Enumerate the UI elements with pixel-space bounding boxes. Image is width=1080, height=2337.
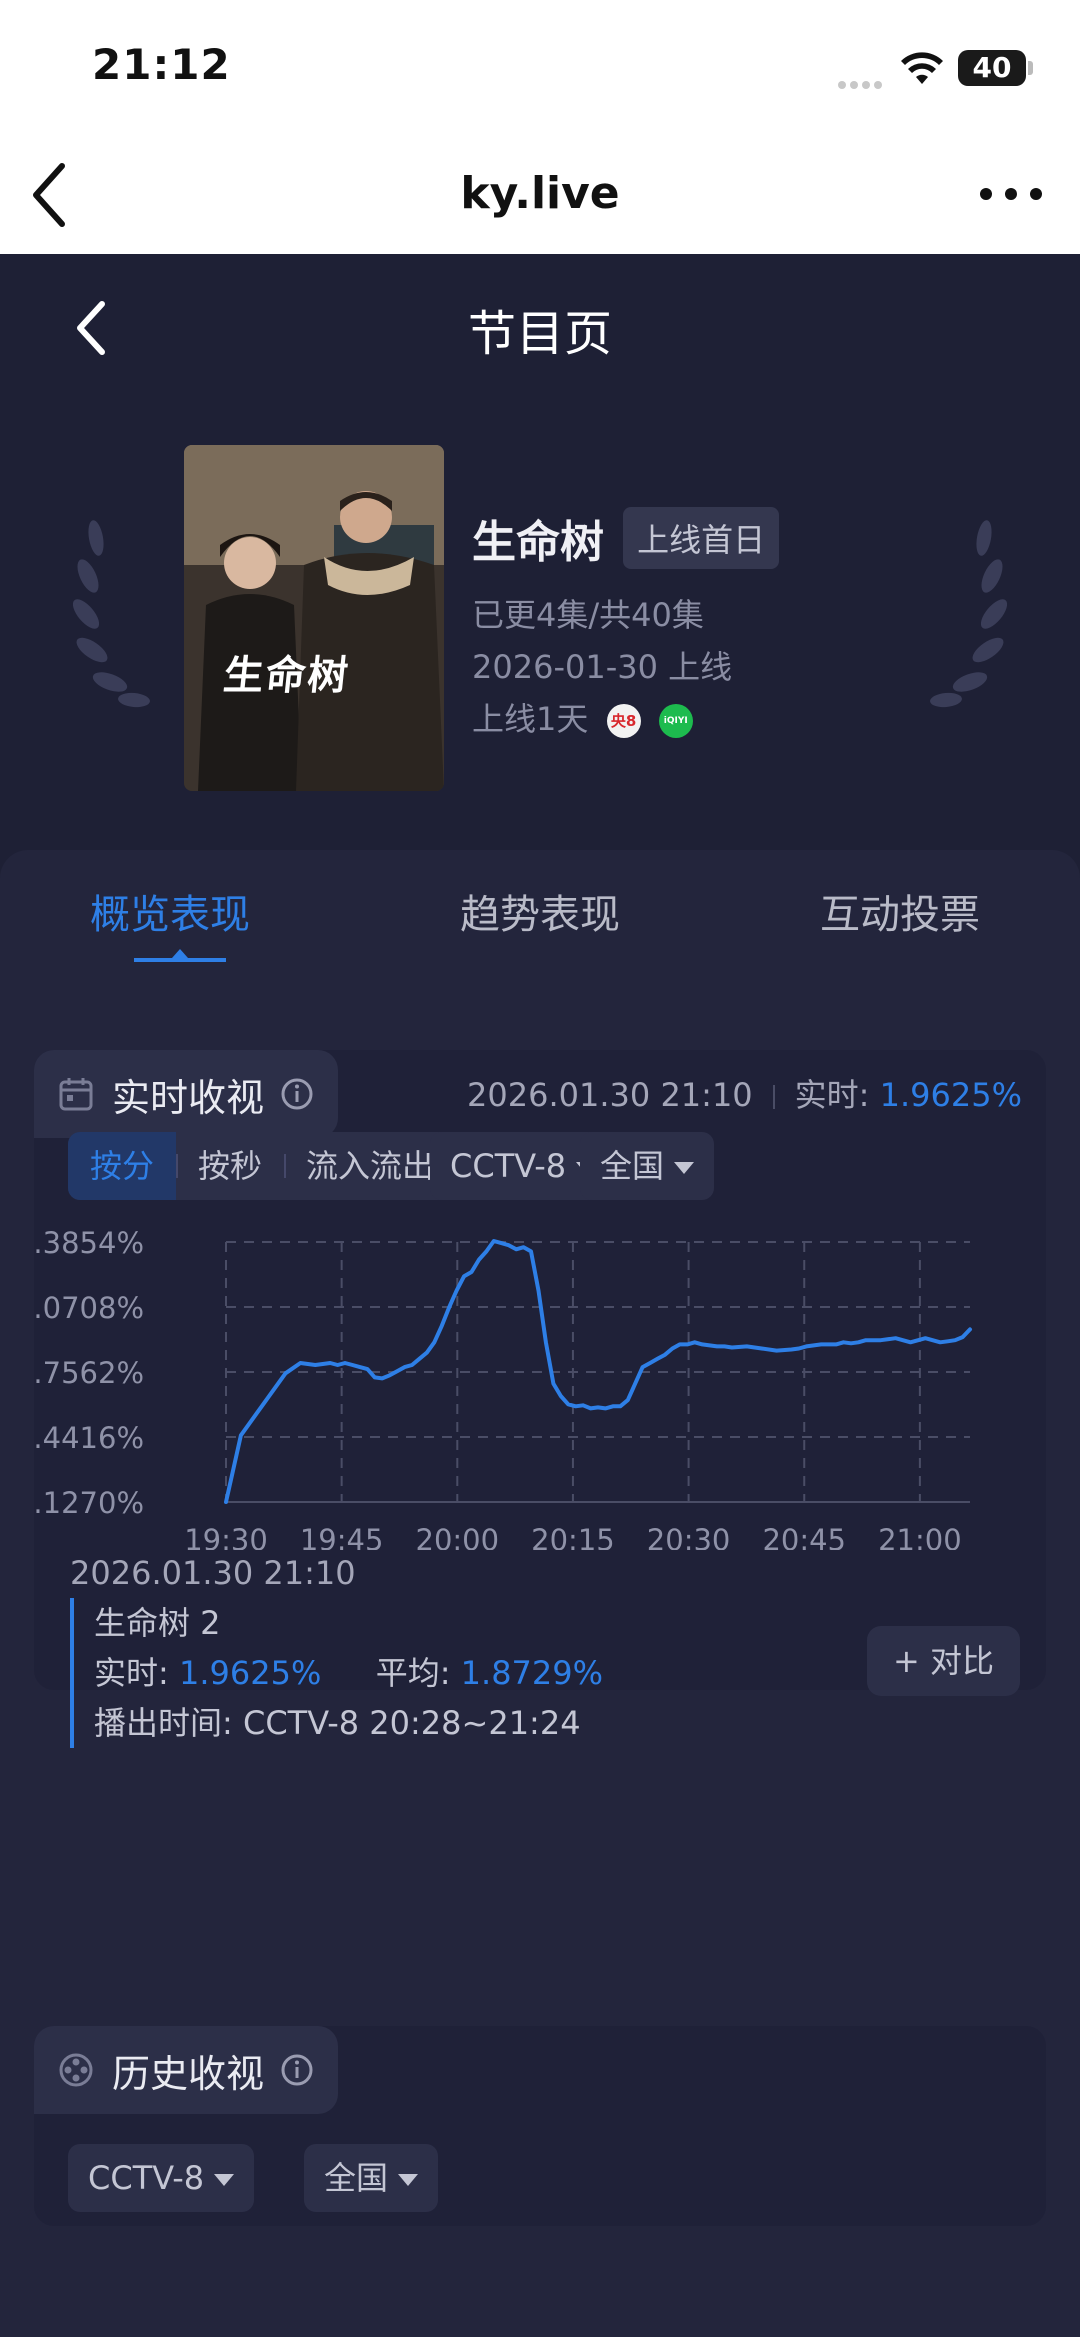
tab-bar: 概览表现 趋势表现 互动投票 — [0, 850, 1080, 980]
chevron-down-icon — [214, 2174, 235, 2186]
realtime-value: 1.9625% — [879, 1076, 1022, 1114]
x-tick-label: 19:30 — [184, 1523, 268, 1550]
battery-tip — [1028, 61, 1033, 75]
realtime-title: 实时收视 — [112, 1075, 265, 1120]
detail-program: 生命树 2 — [94, 1604, 221, 1642]
y-tick-label: 1.4416% — [34, 1421, 144, 1455]
browser-nav-bar: ky.live — [0, 140, 1080, 254]
realtime-header: 实时收视 — [34, 1050, 339, 1138]
info-icon[interactable] — [280, 1077, 314, 1111]
x-tick-label: 19:45 — [300, 1523, 384, 1550]
poster-art — [184, 445, 444, 791]
tab-indicator — [134, 949, 226, 962]
channel-value: CCTV-8 — [450, 1147, 567, 1185]
info-icon[interactable] — [280, 2053, 314, 2087]
chevron-down-icon — [674, 1162, 695, 1174]
y-tick-label: 2.3854% — [34, 1226, 144, 1260]
status-badge: 上线首日 — [623, 507, 780, 569]
realtime-line-chart[interactable]: 2.3854% 2.0708% 1.7562% 1.4416% 1.1270% 19:30… — [34, 1200, 1046, 1550]
status-time: 21:12 — [92, 40, 231, 89]
detail-air-value: CCTV-8 20:28~21:24 — [242, 1704, 581, 1742]
status-bar: 21:12 40 — [0, 0, 1080, 140]
x-tick-label: 20:45 — [762, 1523, 846, 1550]
wifi-icon — [901, 52, 943, 84]
detail-air-label: 播出时间: — [94, 1704, 233, 1742]
detail-avg-value: 1.8729% — [460, 1654, 604, 1692]
selected-detail: 生命树 2 实时: 1.9625% 平均: 1.8729% 播出时间: CCTV… — [70, 1598, 603, 1748]
iqiyi-logo-icon: iQIYI — [658, 704, 693, 738]
more-options-icon[interactable] — [976, 184, 1046, 204]
detail-values: 实时: 1.9625% 平均: 1.8729% — [94, 1648, 603, 1698]
days-online-row: 上线1天 央8 iQIYI — [472, 694, 779, 740]
detail-air: 播出时间: CCTV-8 20:28~21:24 — [94, 1698, 603, 1748]
show-info: 生命树 上线首日 已更4集/共40集 2026-01-30 上线 上线1天 央8… — [472, 506, 780, 740]
x-tick-label: 20:30 — [647, 1523, 731, 1550]
detail-avg-label: 平均: — [375, 1654, 451, 1692]
history-header: 历史收视 — [34, 2026, 339, 2114]
x-tick-label: 20:15 — [531, 1523, 615, 1550]
selected-time: 2026.01.30 21:10 — [70, 1554, 356, 1592]
x-tick-label: 20:00 — [416, 1523, 500, 1550]
cctv8-logo-icon: 央8 — [606, 704, 641, 738]
poster-title: 生命树 — [221, 652, 353, 699]
compare-button[interactable]: + 对比 — [867, 1626, 1020, 1696]
days-online: 上线1天 — [472, 700, 589, 738]
history-channel-dropdown[interactable]: CCTV-8 — [68, 2144, 255, 2212]
history-region-dropdown[interactable]: 全国 — [304, 2144, 439, 2212]
history-card: 历史收视 CCTV-8 全国 — [34, 2026, 1046, 2226]
realtime-stamp: 2026.01.30 21:10 实时: 1.9625% — [467, 1070, 1022, 1116]
divider — [772, 1085, 775, 1109]
realtime-card: 实时收视 2026.01.30 21:10 实时: 1.9625% 按分 按秒 流… — [34, 1050, 1046, 1748]
realtime-label: 实时: — [794, 1076, 870, 1114]
segment-by-second[interactable]: 按秒 — [176, 1132, 284, 1200]
laurel-left-icon — [72, 520, 150, 708]
page-title: 节目页 — [467, 306, 612, 362]
content-panel: 概览表现 趋势表现 互动投票 实时收视 2026.01.30 21:10 实时:… — [0, 850, 1080, 2337]
browser-host: ky.live — [460, 168, 620, 219]
episode-count: 已更4集/共40集 — [472, 596, 704, 634]
tab-vote[interactable]: 互动投票 — [820, 882, 980, 940]
history-channel-value: CCTV-8 — [88, 2159, 205, 2197]
show-name: 生命树 — [472, 517, 604, 568]
detail-rt-label: 实时: — [94, 1654, 169, 1692]
y-tick-label: 1.1270% — [34, 1486, 144, 1520]
y-tick-label: 1.7562% — [34, 1356, 144, 1390]
laurel-right-icon — [930, 520, 1008, 708]
history-region-value: 全国 — [324, 2159, 389, 2197]
show-poster[interactable]: 生命树 — [184, 445, 444, 791]
segment-by-minute[interactable]: 按分 — [68, 1132, 177, 1200]
detail-rt-value: 1.9625% — [178, 1654, 322, 1692]
tab-overview[interactable]: 概览表现 — [90, 882, 250, 940]
y-tick-label: 2.0708% — [34, 1291, 144, 1325]
region-value: 全国 — [600, 1147, 665, 1185]
tab-trend[interactable]: 趋势表现 — [460, 882, 620, 940]
region-dropdown[interactable]: 全国 — [580, 1132, 715, 1200]
calendar-clock-icon — [59, 1078, 93, 1111]
granularity-segmented-control: 按分 按秒 流入流出 — [68, 1132, 457, 1200]
battery-icon: 40 — [958, 50, 1026, 86]
cellular-signal-icon — [838, 74, 886, 89]
x-tick-label: 21:00 — [878, 1523, 962, 1550]
film-reel-icon — [59, 2053, 93, 2087]
realtime-timestamp: 2026.01.30 21:10 — [467, 1076, 753, 1114]
chevron-down-icon — [398, 2174, 419, 2186]
history-title: 历史收视 — [112, 2051, 265, 2096]
release-date: 2026-01-30 上线 — [472, 648, 733, 686]
